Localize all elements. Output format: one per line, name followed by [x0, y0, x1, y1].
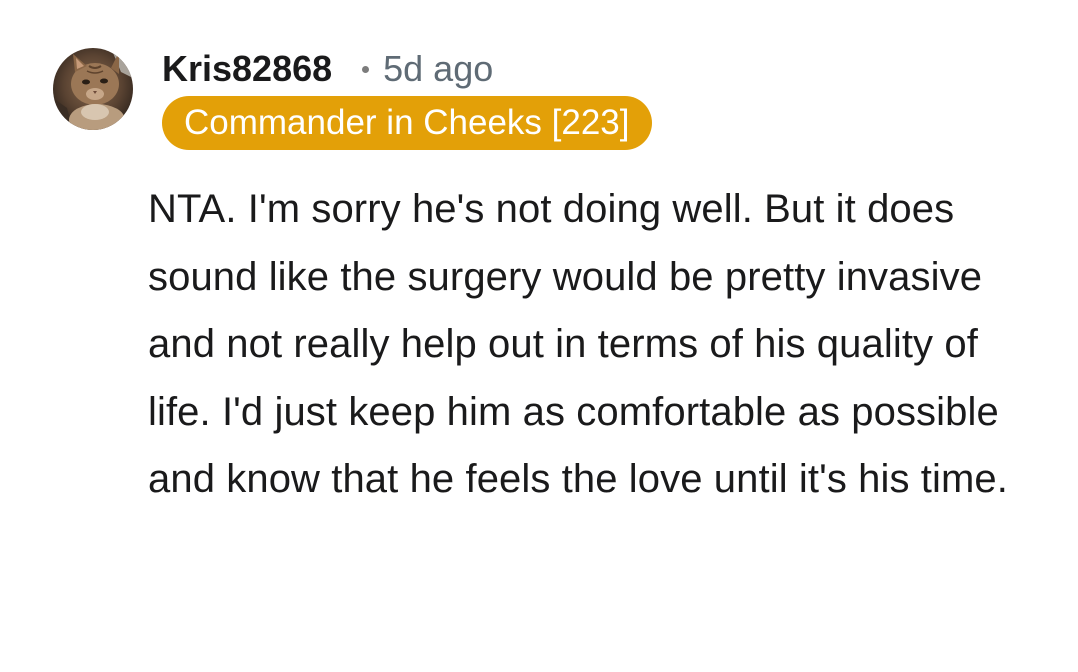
timestamp: 5d ago	[383, 48, 494, 89]
separator-dot	[362, 65, 370, 73]
username-link[interactable]: Kris82868	[162, 48, 332, 90]
comment-body: NTA. I'm sorry he's not doing well. But …	[148, 187, 1008, 501]
user-avatar[interactable]	[53, 48, 133, 130]
comment-meta: Kris82868 5d ago	[162, 44, 493, 94]
user-flair-badge: Commander in Cheeks [223]	[162, 96, 652, 150]
comment: Kris82868 5d ago Commander in Cheeks [22…	[0, 0, 1078, 672]
cat-avatar-icon	[53, 48, 133, 130]
